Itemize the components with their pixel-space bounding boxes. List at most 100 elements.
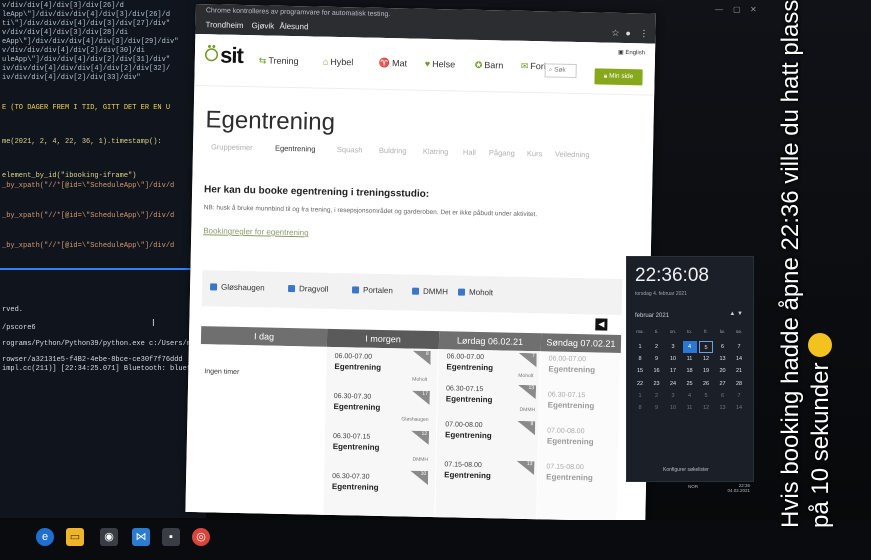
- calendar-day[interactable]: 10: [666, 402, 680, 414]
- minimize-icon[interactable]: —: [715, 5, 723, 14]
- session-slot[interactable]: 07.00-08.00 Egentrening: [445, 421, 492, 440]
- calendar-month[interactable]: februar 2021: [635, 313, 669, 319]
- bookmark-gjovik[interactable]: Gjøvik: [251, 21, 274, 30]
- calendar-day[interactable]: 7: [732, 341, 746, 353]
- calendar-day[interactable]: 14: [732, 353, 746, 365]
- chevron-down-icon[interactable]: ▼: [737, 311, 743, 317]
- calendar-day[interactable]: 5: [699, 390, 713, 402]
- bookmark-alesund[interactable]: Ålesund: [279, 22, 308, 32]
- calendar-day[interactable]: 21: [732, 365, 746, 377]
- calendar-day[interactable]: 5: [699, 341, 713, 353]
- calendar-day[interactable]: 23: [650, 378, 664, 390]
- tab-egentrening[interactable]: Egentrening: [275, 144, 316, 154]
- calendar-day[interactable]: 20: [716, 365, 730, 377]
- calendar-day[interactable]: 4: [682, 341, 697, 353]
- vscode-icon[interactable]: ⋈: [132, 528, 150, 546]
- nav-trening[interactable]: ⇆ Trening: [259, 55, 299, 67]
- my-page-button[interactable]: 🔒︎ Min side: [594, 68, 643, 86]
- panel-divider[interactable]: [0, 268, 206, 270]
- tab-hall[interactable]: Hall: [463, 148, 476, 157]
- calendar-day[interactable]: 14: [732, 402, 746, 414]
- month-nav[interactable]: ▲ ▼: [729, 311, 743, 317]
- tab-pagang[interactable]: Pågang: [489, 148, 515, 158]
- terminal-icon[interactable]: ▪: [162, 528, 180, 546]
- calendar-day[interactable]: 6: [716, 341, 730, 353]
- configure-link[interactable]: Konfigurer søkelister: [663, 467, 709, 473]
- filter-moholt[interactable]: Moholt: [457, 288, 493, 297]
- previous-arrow-icon[interactable]: ◀: [595, 318, 608, 331]
- session-slot[interactable]: 06.30-07.15 Egentrening: [548, 391, 595, 410]
- calendar-day[interactable]: 12: [699, 402, 713, 414]
- chevron-up-icon[interactable]: ▲: [729, 311, 735, 317]
- calendar-day[interactable]: 4: [683, 390, 697, 402]
- calendar-day[interactable]: 11: [683, 353, 697, 365]
- tab-kurs[interactable]: Kurs: [527, 149, 543, 158]
- calendar-day[interactable]: 13: [716, 353, 730, 365]
- tray-clock[interactable]: 22:36 04.02.2021: [727, 483, 750, 493]
- nav-helse[interactable]: ♥ Helse: [425, 59, 456, 70]
- chrome-icon[interactable]: ◎: [192, 528, 210, 546]
- calendar-day[interactable]: 19: [699, 365, 713, 377]
- filter-dragvoll[interactable]: Dragvoll: [287, 284, 328, 294]
- tab-veiledning[interactable]: Veiledning: [555, 150, 590, 160]
- code-editor[interactable]: v/div/div[4]/div[3]/div[26]/d leApp\"]/d…: [0, 0, 206, 518]
- bookmark-trondheim[interactable]: Trondheim: [205, 20, 243, 30]
- calendar-day[interactable]: 26: [699, 378, 713, 390]
- calendar-day[interactable]: 7: [732, 390, 746, 402]
- session-slot[interactable]: 06.00-07.00 Egentrening: [334, 353, 381, 372]
- calendar-day[interactable]: 22: [633, 378, 647, 390]
- calendar-day[interactable]: 11: [683, 402, 697, 414]
- session-slot[interactable]: 07.15-08.00 Egentrening: [444, 461, 491, 480]
- calendar-day[interactable]: 10: [666, 353, 680, 365]
- edge-icon[interactable]: e: [36, 528, 54, 546]
- calendar-day[interactable]: 2: [650, 390, 664, 402]
- profile-icon[interactable]: ●: [625, 28, 631, 38]
- calendar-day[interactable]: 3: [666, 341, 680, 353]
- restore-icon[interactable]: ▢: [733, 5, 741, 14]
- star-icon[interactable]: ☆: [611, 28, 619, 39]
- filter-gloshaugen[interactable]: Gløshaugen: [210, 282, 265, 292]
- menu-icon[interactable]: ⋮: [639, 28, 648, 39]
- nav-hybel[interactable]: ⌂ Hybel: [323, 57, 354, 68]
- close-icon[interactable]: ✕: [750, 5, 757, 14]
- nav-forening[interactable]: ✉ Fori: [521, 61, 546, 73]
- session-slot[interactable]: 07.00-08.00 Egentrening: [547, 427, 594, 446]
- tab-squash[interactable]: Squash: [337, 145, 363, 155]
- booking-rules-link[interactable]: Bookingregler for egentrening: [203, 226, 309, 237]
- tab-klatring[interactable]: Klatring: [423, 147, 449, 157]
- calendar-day[interactable]: 3: [666, 390, 680, 402]
- language-switch[interactable]: ▣ English: [618, 49, 645, 57]
- calendar-day[interactable]: 27: [716, 378, 730, 390]
- calendar-day[interactable]: 9: [650, 353, 664, 365]
- nav-barn[interactable]: ✪ Barn: [475, 60, 504, 72]
- tray-language[interactable]: NOR: [688, 484, 698, 489]
- calendar-day[interactable]: 2: [650, 341, 664, 353]
- filter-portalen[interactable]: Portalen: [351, 285, 393, 295]
- tab-gruppetimer[interactable]: Gruppetimer: [211, 142, 253, 152]
- folder-icon[interactable]: ▭: [66, 528, 84, 546]
- session-slot[interactable]: 07.15-08.00 Egentrening: [546, 463, 593, 482]
- calendar-day[interactable]: 16: [650, 365, 664, 377]
- session-slot[interactable]: 06.30-07.30 Egentrening: [332, 473, 379, 492]
- calendar-day[interactable]: 8: [633, 402, 647, 414]
- calendar-day[interactable]: 12: [699, 353, 713, 365]
- calendar-day[interactable]: 28: [732, 378, 746, 390]
- app-icon[interactable]: ◉: [100, 528, 118, 546]
- calendar-day[interactable]: 1: [633, 341, 647, 353]
- calendar-day[interactable]: 15: [633, 365, 647, 377]
- calendar-day[interactable]: 25: [683, 378, 697, 390]
- sit-logo[interactable]: ⍥ sit: [205, 42, 243, 69]
- calendar-day[interactable]: 6: [716, 390, 730, 402]
- session-slot[interactable]: 06.00-07.00 Egentrening: [446, 353, 493, 372]
- calendar-day[interactable]: 18: [683, 365, 697, 377]
- calendar-day[interactable]: 17: [666, 365, 680, 377]
- session-slot[interactable]: 06.00-07.00 Egentrening: [548, 355, 595, 374]
- calendar-day[interactable]: 8: [633, 353, 647, 365]
- calendar-day[interactable]: 24: [666, 378, 680, 390]
- tab-buldring[interactable]: Buldring: [379, 146, 407, 156]
- session-slot[interactable]: 06.30-07.15 Egentrening: [446, 385, 493, 404]
- session-slot[interactable]: 06.30-07.15 Egentrening: [333, 433, 380, 452]
- calendar-day[interactable]: 1: [633, 390, 647, 402]
- filter-dmmh[interactable]: DMMH: [411, 287, 448, 296]
- calendar-day[interactable]: 13: [716, 402, 730, 414]
